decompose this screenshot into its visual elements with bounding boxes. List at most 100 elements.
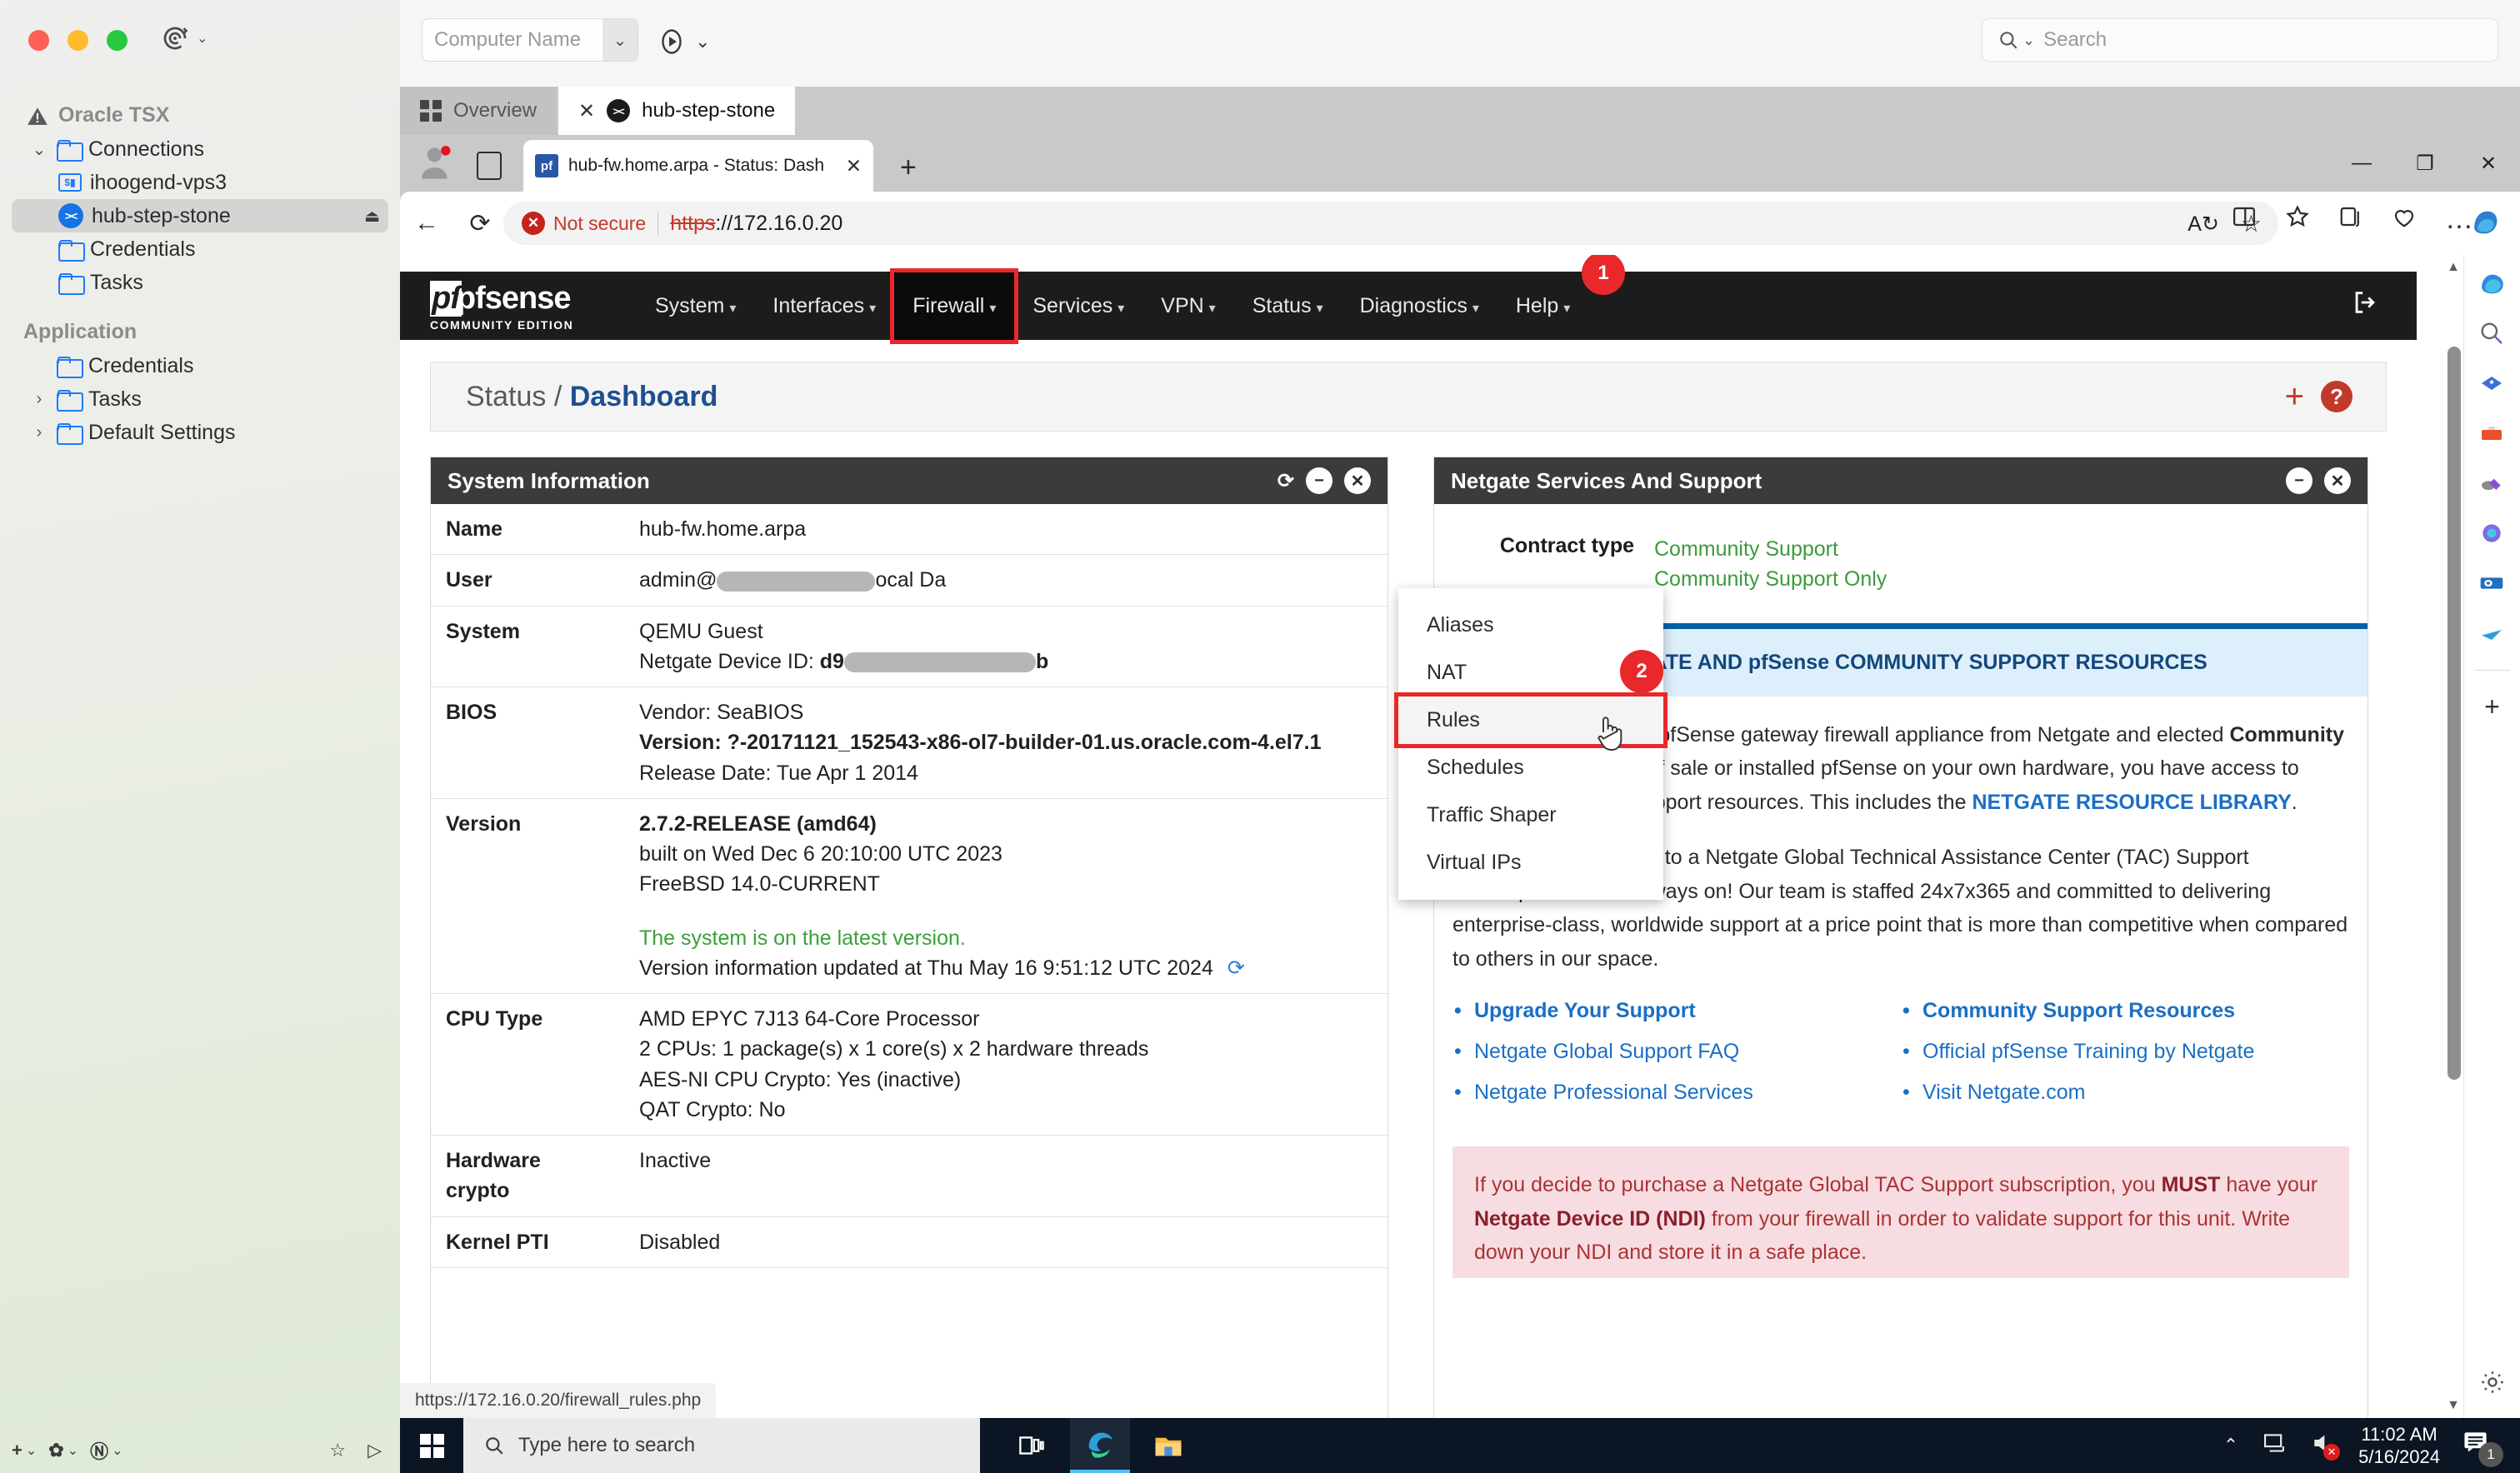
scroll-down-arrow-icon[interactable]: ▼: [2447, 1398, 2460, 1413]
chevron-down-icon[interactable]: ⌄: [602, 19, 638, 61]
add-icon[interactable]: +: [2478, 692, 2507, 721]
link-visit-netgate[interactable]: Visit Netgate.com: [1901, 1081, 2349, 1105]
browser-tab[interactable]: pf hub-fw.home.arpa - Status: Dash ✕: [523, 140, 873, 192]
taskbar-clock[interactable]: 11:02 AM 5/16/2024: [2358, 1423, 2440, 1469]
refresh-icon[interactable]: ⟳: [1278, 469, 1294, 493]
scrollbar-thumb[interactable]: [2448, 347, 2461, 1080]
favorites-icon[interactable]: [2285, 204, 2310, 235]
close-window-button[interactable]: [28, 30, 49, 51]
link-upgrade-your-support[interactable]: Upgrade Your Support: [1452, 999, 1901, 1023]
edge-icon[interactable]: [1070, 1418, 1130, 1473]
tray-chevron-icon[interactable]: ⌃: [2223, 1435, 2238, 1456]
settings-gear-icon[interactable]: [2478, 1368, 2507, 1396]
connect-button[interactable]: ⌄: [657, 27, 710, 57]
close-icon[interactable]: ✕: [846, 155, 862, 177]
minimize-button[interactable]: —: [2330, 135, 2393, 192]
chevron-down-icon[interactable]: ⌄: [695, 31, 710, 52]
outlook-icon[interactable]: [2478, 570, 2507, 598]
add-button[interactable]: +⌄: [12, 1440, 37, 1461]
minimize-icon[interactable]: −: [1306, 467, 1332, 494]
link-professional-services[interactable]: Netgate Professional Services: [1452, 1081, 1901, 1105]
netgate-resource-library-link[interactable]: NETGATE RESOURCE LIBRARY: [1972, 791, 2291, 814]
page-scrollbar[interactable]: ▲ ▼: [2445, 255, 2463, 1418]
close-icon[interactable]: ✕: [1344, 467, 1371, 494]
nav-item-vpn[interactable]: VPN▾: [1142, 272, 1233, 340]
task-view-icon[interactable]: [1002, 1418, 1062, 1473]
sidebar-item-hub-step-stone[interactable]: >< hub-step-stone ⏏: [12, 199, 388, 232]
radar-refresh-icon[interactable]: ⌄: [160, 23, 208, 53]
chevron-right-icon[interactable]: ›: [30, 423, 48, 442]
n-menu-button[interactable]: Ⓝ⌄: [90, 1437, 122, 1464]
network-icon[interactable]: [2260, 1431, 2288, 1461]
chevron-right-icon[interactable]: ›: [30, 390, 48, 409]
zoom-window-button[interactable]: [107, 30, 128, 51]
file-explorer-icon[interactable]: [1138, 1418, 1198, 1473]
close-icon[interactable]: ✕: [2324, 467, 2351, 494]
sidebar-root-oracle-tsx[interactable]: Oracle TSX: [0, 98, 400, 132]
search-input[interactable]: ⌄ Search: [1982, 18, 2498, 62]
close-button[interactable]: ✕: [2457, 135, 2520, 192]
settings-button[interactable]: ✿⌄: [48, 1440, 78, 1461]
tab-overview[interactable]: Overview: [400, 87, 557, 135]
copilot-icon[interactable]: [2478, 270, 2507, 298]
scroll-up-arrow-icon[interactable]: ▲: [2447, 260, 2460, 275]
maximize-button[interactable]: ❐: [2393, 135, 2457, 192]
nav-item-services[interactable]: Services▾: [1014, 272, 1142, 340]
drop-icon[interactable]: [2478, 620, 2507, 648]
nav-item-system[interactable]: System▾: [637, 272, 754, 340]
sidebar-item-tasks[interactable]: Tasks: [12, 266, 388, 299]
link-official-training[interactable]: Official pfSense Training by Netgate: [1901, 1040, 2349, 1064]
taskbar-search-input[interactable]: Type here to search: [463, 1418, 980, 1473]
menu-item-traffic-shaper[interactable]: Traffic Shaper: [1398, 791, 1663, 839]
minimize-icon[interactable]: −: [2286, 467, 2312, 494]
tab-actions-icon[interactable]: [477, 152, 502, 180]
notifications-icon[interactable]: 1: [2462, 1429, 2498, 1462]
windows-start-icon[interactable]: [400, 1434, 463, 1458]
back-button[interactable]: ←: [400, 209, 453, 237]
chevron-down-icon[interactable]: ⌄: [30, 139, 48, 160]
breadcrumb-parent[interactable]: Status: [466, 381, 546, 412]
nav-item-firewall[interactable]: Firewall▾: [894, 272, 1014, 340]
sidebar-group-connections[interactable]: ⌄ Connections: [12, 132, 388, 166]
eject-icon[interactable]: ⏏: [364, 206, 380, 227]
sidebar-item-app-credentials[interactable]: Credentials: [12, 349, 388, 382]
menu-item-virtual-ips[interactable]: Virtual IPs: [1398, 839, 1663, 886]
volume-muted-icon[interactable]: ✕: [2310, 1431, 2337, 1461]
circle-n-icon[interactable]: Ⓝ: [90, 1437, 108, 1464]
shopping-icon[interactable]: [2478, 370, 2507, 398]
menu-item-aliases[interactable]: Aliases: [1398, 602, 1663, 649]
refresh-icon[interactable]: ⟳: [1228, 956, 1245, 980]
close-icon[interactable]: ✕: [578, 99, 595, 123]
browser-essentials-icon[interactable]: [2392, 204, 2417, 235]
help-button[interactable]: ?: [2321, 381, 2352, 412]
sidebar-item-credentials[interactable]: Credentials: [12, 232, 388, 266]
computer-name-input[interactable]: Computer Name ⌄: [422, 18, 638, 62]
nav-item-status[interactable]: Status▾: [1234, 272, 1342, 340]
reload-button[interactable]: ⟳: [453, 209, 507, 238]
new-tab-button[interactable]: +: [900, 152, 917, 184]
browser-essentials-icon[interactable]: [2478, 520, 2507, 548]
collections-icon[interactable]: [2338, 204, 2363, 235]
add-widget-button[interactable]: +: [2285, 378, 2304, 416]
sidebar-item-default-settings[interactable]: › Default Settings: [12, 416, 388, 449]
status-badge[interactable]: ✕ Not secure: [522, 212, 646, 235]
split-screen-icon[interactable]: [2232, 204, 2257, 235]
copilot-icon[interactable]: [2467, 203, 2507, 243]
games-icon[interactable]: [2478, 470, 2507, 498]
link-global-support-faq[interactable]: Netgate Global Support FAQ: [1452, 1040, 1901, 1064]
tools-icon[interactable]: [2478, 420, 2507, 448]
avatar[interactable]: [418, 145, 453, 182]
minimize-window-button[interactable]: [68, 30, 88, 51]
sidebar-item-app-tasks[interactable]: › Tasks: [12, 382, 388, 416]
tab-hub-step-stone[interactable]: ✕ >< hub-step-stone: [558, 87, 795, 135]
search-icon[interactable]: [2478, 320, 2507, 348]
favorite-icon[interactable]: ☆: [329, 1440, 346, 1461]
logout-icon[interactable]: [2350, 288, 2380, 323]
address-bar[interactable]: ✕ Not secure https://172.16.0.20 A↻ ☆: [503, 202, 2278, 245]
play-icon[interactable]: ▷: [368, 1440, 382, 1461]
chevron-down-icon[interactable]: ⌄: [2022, 32, 2035, 49]
pfsense-logo[interactable]: pfpfsense COMMUNITY EDITION: [430, 281, 605, 332]
link-community-support-resources[interactable]: Community Support Resources: [1901, 999, 2349, 1023]
sidebar-item-ihoogend-vps3[interactable]: $▮ ihoogend-vps3: [12, 166, 388, 199]
nav-item-help[interactable]: Help▾: [1498, 272, 1588, 340]
